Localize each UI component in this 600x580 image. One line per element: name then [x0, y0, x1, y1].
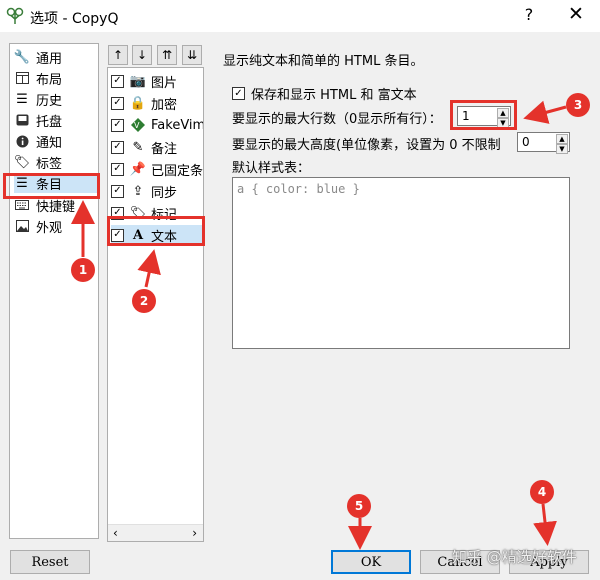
close-button[interactable]: ✕ — [566, 3, 586, 25]
move-bottom-button[interactable]: ⇊ — [182, 45, 202, 65]
annotation-marker-3: 3 — [566, 93, 590, 117]
annotation-box-max-lines — [450, 100, 517, 130]
annotation-box-text — [107, 216, 205, 246]
nav-item-label: 托盘 — [36, 114, 63, 130]
plugin-item-image[interactable]: ✓ 📷 图片 — [111, 71, 203, 91]
tags-icon: 🏷 — [13, 154, 31, 170]
help-button[interactable]: ? — [519, 5, 539, 24]
item-plugin-list[interactable]: ✓ 📷 图片 ✓ 🔒 加密 ✓ V FakeVim ✓ ✎ 备注 ✓ 📌 已固定… — [107, 67, 204, 542]
plugin-description: 显示纯文本和简单的 HTML 条目。 — [223, 54, 424, 69]
plugin-checkbox[interactable]: ✓ — [111, 184, 124, 198]
plugin-checkbox[interactable]: ✓ — [111, 74, 124, 88]
plugin-label: 图片 — [151, 75, 178, 91]
max-height-label: 要显示的最大高度(单位像素，设置为 0 不限制 — [232, 138, 501, 153]
settings-category-list[interactable]: 🔧 通用 布局 ☰ 历史 托盘 通知 🏷 标签 ☰ 条目 快捷键 外观 — [9, 43, 99, 539]
nav-item-general[interactable]: 🔧 通用 — [14, 47, 98, 67]
stylesheet-label: 默认样式表： — [232, 161, 311, 176]
nav-item-history[interactable]: ☰ 历史 — [14, 89, 98, 109]
save-html-checkbox[interactable]: ✓ — [232, 87, 245, 100]
pin-icon: 📌 — [129, 161, 147, 177]
window-title: 选项 - CopyQ — [30, 11, 119, 27]
reset-button[interactable]: Reset — [10, 550, 90, 574]
plugin-item-notes[interactable]: ✓ ✎ 备注 — [111, 137, 203, 157]
nav-item-label: 通知 — [36, 135, 63, 151]
max-height-spinbox[interactable]: 0 ▲ ▼ — [517, 132, 570, 154]
plugin-label: 加密 — [151, 97, 178, 113]
nav-item-label: 标签 — [36, 156, 63, 172]
copyq-app-icon — [6, 7, 24, 24]
stylesheet-placeholder: a { color: blue } — [237, 182, 360, 196]
nav-item-label: 外观 — [36, 220, 63, 236]
plugin-checkbox[interactable]: ✓ — [111, 118, 124, 132]
plugin-checkbox[interactable]: ✓ — [111, 140, 124, 154]
scroll-left-icon[interactable]: ‹ — [113, 526, 118, 540]
annotation-marker-4: 4 — [530, 480, 554, 504]
move-down-button[interactable]: ↓ — [132, 45, 152, 65]
vim-icon: V — [130, 118, 146, 132]
info-icon — [14, 133, 30, 149]
image-icon — [14, 218, 30, 234]
nav-item-tray[interactable]: 托盘 — [14, 110, 98, 130]
layout-icon — [14, 70, 30, 86]
upload-icon: ⇪ — [132, 183, 144, 199]
move-up-button[interactable]: ↑ — [108, 45, 128, 65]
annotation-marker-1: 1 — [71, 258, 95, 282]
save-html-option[interactable]: ✓ 保存和显示 HTML 和 富文本 — [232, 84, 417, 103]
spin-up-icon[interactable]: ▲ — [556, 134, 568, 144]
stylesheet-editor[interactable]: a { color: blue } — [232, 177, 570, 349]
move-top-button[interactable]: ⇈ — [157, 45, 177, 65]
watermark: 知乎 @精选好软件 — [452, 548, 577, 566]
svg-text:V: V — [134, 121, 140, 130]
nav-item-notifications[interactable]: 通知 — [14, 131, 98, 151]
nav-item-tabs[interactable]: 🏷 标签 — [14, 152, 98, 172]
plugin-item-pinned[interactable]: ✓ 📌 已固定条 — [111, 159, 204, 179]
plugin-label: 已固定条 — [151, 163, 204, 179]
max-height-value[interactable]: 0 — [522, 135, 530, 149]
plugin-checkbox[interactable]: ✓ — [111, 162, 124, 176]
nav-item-layout[interactable]: 布局 — [14, 68, 98, 88]
max-lines-label: 要显示的最大行数（0显示所有行）： — [232, 112, 442, 127]
list-icon: ☰ — [16, 91, 28, 107]
spin-down-icon[interactable]: ▼ — [556, 144, 568, 154]
save-html-label: 保存和显示 HTML 和 富文本 — [251, 88, 417, 103]
title-bar: 选项 - CopyQ ? ✕ — [0, 0, 600, 32]
nav-item-appearance[interactable]: 外观 — [14, 216, 98, 236]
nav-item-label: 布局 — [36, 72, 63, 88]
plugin-label: FakeVim — [151, 117, 204, 133]
wrench-icon: 🔧 — [13, 49, 31, 65]
camera-icon: 📷 — [129, 73, 147, 89]
scroll-right-icon[interactable]: › — [192, 526, 197, 540]
nav-item-label: 历史 — [36, 93, 63, 109]
nav-item-label: 通用 — [36, 51, 63, 67]
horizontal-scrollbar[interactable]: ‹ › — [108, 524, 203, 541]
plugin-item-encrypt[interactable]: ✓ 🔒 加密 — [111, 93, 203, 113]
note-icon: ✎ — [132, 139, 144, 155]
inbox-icon — [14, 112, 30, 128]
annotation-marker-2: 2 — [132, 289, 156, 313]
keyboard-icon — [14, 197, 30, 213]
plugin-label: 备注 — [151, 141, 178, 157]
ok-button[interactable]: OK — [331, 550, 411, 574]
plugin-label: 同步 — [151, 185, 178, 201]
plugin-checkbox[interactable]: ✓ — [111, 96, 124, 110]
plugin-item-sync[interactable]: ✓ ⇪ 同步 — [111, 181, 203, 201]
lock-icon: 🔒 — [129, 95, 147, 111]
annotation-box-items — [3, 173, 100, 199]
annotation-marker-5: 5 — [347, 494, 371, 518]
plugin-item-fakevim[interactable]: ✓ V FakeVim — [111, 115, 204, 135]
